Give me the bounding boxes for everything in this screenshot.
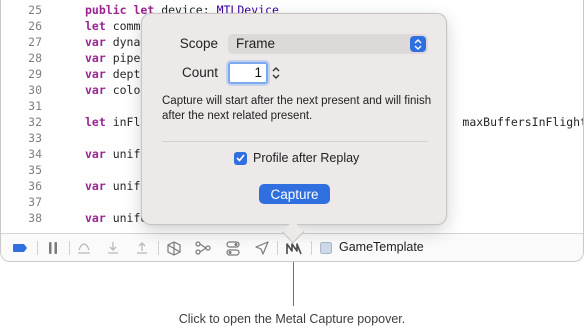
code-token: var bbox=[85, 83, 106, 97]
code-token: var bbox=[85, 67, 106, 81]
code-token: unif bbox=[105, 147, 141, 161]
count-stepper[interactable] bbox=[271, 65, 281, 81]
code-token: var bbox=[85, 35, 106, 49]
code-token: public bbox=[85, 3, 127, 17]
scope-popup-button[interactable]: Frame bbox=[228, 34, 428, 54]
separator bbox=[311, 241, 312, 255]
breakpoints-toggle-icon[interactable] bbox=[11, 238, 29, 258]
code-token: var bbox=[85, 51, 106, 65]
code-text: let comm bbox=[85, 18, 140, 34]
count-label: Count bbox=[181, 65, 218, 80]
code-text: var dept bbox=[85, 66, 140, 82]
simulate-location-icon[interactable] bbox=[253, 238, 271, 258]
step-out-icon[interactable] bbox=[134, 238, 150, 258]
target-app-icon bbox=[319, 238, 333, 258]
line-number: 32 bbox=[28, 115, 42, 129]
pause-continue-icon[interactable] bbox=[45, 238, 61, 258]
count-field[interactable]: 1 bbox=[228, 62, 268, 84]
count-value: 1 bbox=[254, 65, 262, 80]
code-token: var bbox=[85, 147, 106, 161]
divider bbox=[162, 141, 428, 142]
profile-after-replay-row[interactable]: Profile after Replay bbox=[234, 150, 359, 166]
code-token: inFl bbox=[105, 115, 141, 129]
callout-line bbox=[293, 262, 294, 306]
memory-graph-icon[interactable] bbox=[194, 238, 212, 258]
chevron-updown-icon bbox=[410, 36, 426, 52]
code-text: var colo bbox=[85, 82, 140, 98]
scope-label: Scope bbox=[179, 36, 218, 51]
code-text: var unif bbox=[85, 178, 140, 194]
checkmark-icon bbox=[236, 154, 245, 162]
code-token: pipe bbox=[105, 51, 141, 65]
line-number: 38 bbox=[28, 211, 42, 225]
profile-after-replay-checkbox[interactable] bbox=[234, 151, 247, 165]
code-token: dyna bbox=[105, 35, 141, 49]
profile-after-replay-label: Profile after Replay bbox=[253, 151, 360, 165]
view-hierarchy-icon[interactable] bbox=[165, 238, 183, 258]
line-number: 37 bbox=[28, 195, 42, 209]
code-token: var bbox=[85, 179, 106, 193]
line-number: 36 bbox=[28, 179, 42, 193]
metal-capture-popover: Scope Frame Count 1 Capture will start a… bbox=[141, 13, 447, 244]
target-name[interactable]: GameTemplate bbox=[339, 240, 424, 254]
line-number: 26 bbox=[28, 19, 42, 33]
callout-caption: Click to open the Metal Capture popover. bbox=[178, 312, 406, 326]
line-number: 35 bbox=[28, 163, 42, 177]
separator bbox=[277, 241, 278, 255]
code-text: var unif bbox=[85, 146, 140, 162]
capture-info-text: Capture will start after the next presen… bbox=[162, 95, 432, 122]
line-number: 28 bbox=[28, 51, 42, 65]
code-token: unif bbox=[105, 179, 141, 193]
line-number: 30 bbox=[28, 83, 42, 97]
line-number: 29 bbox=[28, 67, 42, 81]
code-token: let bbox=[85, 19, 106, 33]
separator bbox=[69, 241, 70, 255]
code-text: var dyna bbox=[85, 34, 140, 50]
line-number: 34 bbox=[28, 147, 42, 161]
code-token: dept bbox=[105, 67, 141, 81]
separator bbox=[37, 241, 38, 255]
step-into-icon[interactable] bbox=[105, 238, 121, 258]
code-text: var pipe bbox=[85, 50, 140, 66]
capture-button[interactable]: Capture bbox=[259, 184, 330, 204]
environment-overrides-icon[interactable] bbox=[224, 238, 242, 258]
code-token: let bbox=[85, 115, 106, 129]
separator bbox=[158, 241, 159, 255]
line-number: 31 bbox=[28, 99, 42, 113]
code-token: colo bbox=[105, 83, 141, 97]
line-number: 33 bbox=[28, 131, 42, 145]
line-number: 25 bbox=[28, 3, 42, 17]
code-token: var bbox=[85, 211, 106, 225]
scope-value: Frame bbox=[236, 36, 276, 51]
code-token: comm bbox=[105, 19, 141, 33]
step-over-icon[interactable] bbox=[76, 238, 92, 258]
code-token: maxBuffersInFlight) bbox=[462, 115, 584, 129]
line-number: 27 bbox=[28, 35, 42, 49]
